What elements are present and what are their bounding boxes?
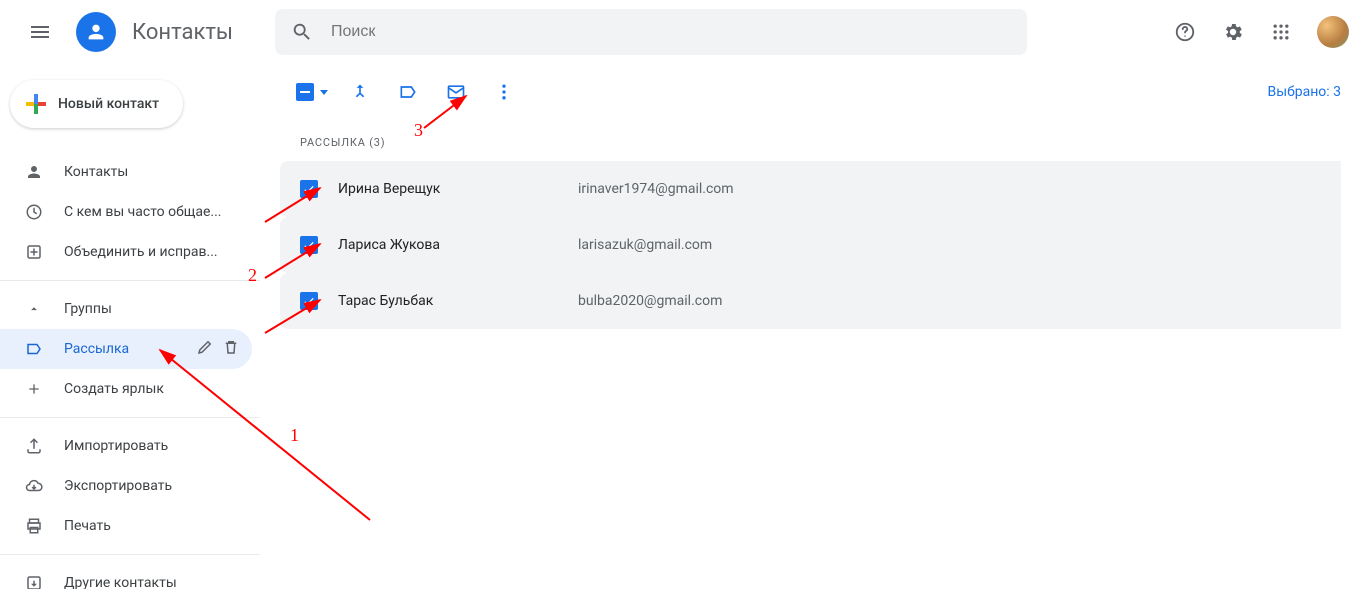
more-vert-icon (494, 82, 514, 102)
contacts-logo-icon (76, 12, 116, 52)
account-avatar[interactable] (1317, 16, 1349, 48)
sidebar-item-label: Экспортировать (64, 478, 252, 494)
delete-label-button[interactable] (222, 338, 240, 360)
merge-contacts-button[interactable] (340, 72, 380, 112)
apps-button[interactable] (1261, 12, 1301, 52)
gear-icon (1222, 21, 1244, 43)
search-input[interactable] (329, 22, 1011, 42)
label-icon (24, 340, 44, 358)
search-bar[interactable] (275, 9, 1027, 55)
sidebar-item-label: Группы (64, 301, 252, 317)
help-button[interactable] (1165, 12, 1205, 52)
contact-row[interactable]: Тарас Бульбак bulba2020@gmail.com (280, 273, 1341, 329)
plus-icon (26, 94, 46, 114)
sidebar-export[interactable]: Экспортировать (0, 466, 252, 506)
header: Контакты (0, 0, 1365, 64)
indeterminate-checkbox-icon (296, 83, 314, 101)
sidebar-item-label: Импортировать (64, 438, 252, 454)
mail-icon (446, 82, 466, 102)
check-icon (302, 294, 316, 308)
sidebar-item-contacts[interactable]: Контакты (0, 152, 252, 192)
upload-icon (24, 437, 44, 455)
sidebar-item-label: Другие контакты (64, 575, 252, 589)
app-title: Контакты (132, 20, 233, 45)
dropdown-arrow-icon (320, 90, 328, 95)
search-icon (291, 21, 313, 43)
contact-name: Ирина Верещук (338, 181, 558, 197)
cloud-download-icon (24, 477, 44, 495)
label-outline-icon (398, 82, 418, 102)
row-checkbox[interactable] (300, 292, 318, 310)
check-icon (302, 238, 316, 252)
selection-toolbar: Выбрано: 3 (280, 64, 1341, 120)
contact-name: Лариса Жукова (338, 237, 558, 253)
settings-button[interactable] (1213, 12, 1253, 52)
merge-icon (24, 243, 44, 261)
help-icon (1174, 21, 1196, 43)
contact-row[interactable]: Лариса Жукова larisazuk@gmail.com (280, 217, 1341, 273)
sidebar-item-label: Рассылка (64, 341, 176, 357)
pencil-icon (196, 338, 214, 356)
annotation-number-3: 3 (414, 120, 423, 141)
merge-arrow-icon (350, 82, 370, 102)
sidebar-item-frequent[interactable]: С кем вы часто общае... (0, 192, 252, 232)
person-icon (24, 163, 44, 181)
more-actions-button[interactable] (484, 72, 524, 112)
selected-count-text: Выбрано: 3 (1268, 84, 1342, 100)
sidebar-label-rassylka[interactable]: Рассылка (0, 329, 252, 369)
history-icon (24, 203, 44, 221)
sidebar-create-label[interactable]: Создать ярлык (0, 369, 252, 409)
send-email-button[interactable] (436, 72, 476, 112)
edit-label-button[interactable] (196, 338, 214, 360)
row-checkbox[interactable] (300, 236, 318, 254)
sidebar-groups-header[interactable]: Группы (0, 289, 252, 329)
print-icon (24, 517, 44, 535)
annotation-number-1: 1 (290, 425, 299, 446)
archive-icon (24, 574, 44, 589)
sidebar-item-label: Объединить и исправ... (64, 244, 252, 260)
plus-small-icon (24, 381, 44, 397)
apps-grid-icon (1271, 22, 1291, 42)
check-icon (302, 182, 316, 196)
list-section-header: РАССЫЛКА (3) (280, 120, 1341, 161)
main-content: Выбрано: 3 РАССЫЛКА (3) Ирина Верещук ir… (260, 64, 1365, 589)
trash-icon (222, 338, 240, 356)
contact-email: irinaver1974@gmail.com (578, 181, 734, 197)
sidebar-item-label: Печать (64, 518, 252, 534)
sidebar-print[interactable]: Печать (0, 506, 252, 546)
contact-email: larisazuk@gmail.com (578, 237, 712, 253)
manage-labels-button[interactable] (388, 72, 428, 112)
sidebar-other-contacts[interactable]: Другие контакты (0, 563, 252, 589)
sidebar-item-label: Создать ярлык (64, 381, 252, 397)
annotation-number-2: 2 (248, 265, 257, 286)
new-contact-button[interactable]: Новый контакт (10, 80, 183, 128)
select-all-toggle[interactable] (292, 72, 332, 112)
chevron-up-icon (24, 302, 44, 316)
sidebar: Новый контакт Контакты С кем вы часто об… (0, 64, 260, 589)
sidebar-import[interactable]: Импортировать (0, 426, 252, 466)
sidebar-item-merge-fix[interactable]: Объединить и исправ... (0, 232, 252, 272)
main-menu-button[interactable] (16, 8, 64, 56)
sidebar-item-label: Контакты (64, 164, 252, 180)
sidebar-item-label: С кем вы часто общае... (64, 204, 252, 220)
row-checkbox[interactable] (300, 180, 318, 198)
contact-name: Тарас Бульбак (338, 293, 558, 309)
new-contact-label: Новый контакт (58, 96, 159, 112)
contact-row[interactable]: Ирина Верещук irinaver1974@gmail.com (280, 161, 1341, 217)
contact-email: bulba2020@gmail.com (578, 293, 722, 309)
